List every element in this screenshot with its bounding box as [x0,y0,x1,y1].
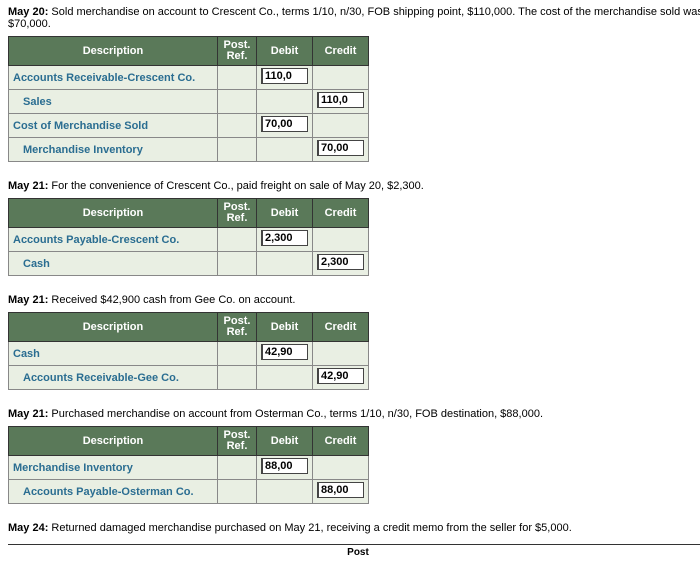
debit-input[interactable]: 42,90 [261,344,308,360]
credit-input[interactable]: 110,0 [317,92,364,108]
account-cell[interactable]: Cash [9,252,218,276]
col-credit: Credit [313,37,369,66]
entry-text: Sold merchandise on account to Crescent … [8,6,700,30]
credit-input[interactable]: 2,300 [317,254,364,270]
postref-cell [218,66,257,90]
col-credit: Credit [313,199,369,228]
debit-cell [257,252,313,276]
col-postref: Post.Ref. [218,37,257,66]
account-cell[interactable]: Accounts Payable-Crescent Co. [9,228,218,252]
debit-input[interactable]: 110,0 [261,68,308,84]
debit-cell: 70,00 [257,114,313,138]
postref-cell [218,366,257,390]
postref-cell [218,480,257,504]
journal-table: DescriptionPost.Ref.DebitCreditAccounts … [8,198,369,276]
table-row: Merchandise Inventory 88,00 [9,456,369,480]
postref-cell [218,114,257,138]
table-row: Accounts Payable-Crescent Co. 2,300 [9,228,369,252]
debit-input[interactable]: 70,00 [261,116,308,132]
credit-cell: 88,00 [313,480,369,504]
entry-text: Received $42,900 cash from Gee Co. on ac… [48,294,295,306]
postref-cell [218,252,257,276]
entry-date: May 21: [8,180,48,192]
table-row: Cost of Merchandise Sold 70,00 [9,114,369,138]
entry-narrative: May 20: Sold merchandise on account to C… [8,6,700,30]
credit-cell: 42,90 [313,366,369,390]
table-row: Accounts Receivable-Gee Co. 42,90 [9,366,369,390]
col-postref: Post.Ref. [218,313,257,342]
credit-cell [313,114,369,138]
credit-cell [313,228,369,252]
credit-input[interactable]: 70,00 [317,140,364,156]
postref-cell [218,342,257,366]
col-desc: Description [9,199,218,228]
col-postref: Post.Ref. [218,427,257,456]
credit-cell: 110,0 [313,90,369,114]
debit-input[interactable]: 88,00 [261,458,308,474]
postref-cell [218,228,257,252]
postref-cell [218,456,257,480]
col-debit: Debit [257,427,313,456]
col-desc: Description [9,313,218,342]
journal-table: DescriptionPost.Ref.DebitCreditAccounts … [8,36,369,162]
account-cell[interactable]: Accounts Receivable-Crescent Co. [9,66,218,90]
entry-text: Purchased merchandise on account from Os… [48,408,543,420]
entry-date: May 20: [8,6,48,18]
debit-cell [257,138,313,162]
col-debit: Debit [257,37,313,66]
credit-cell: 2,300 [313,252,369,276]
entry-narrative: May 21: Received $42,900 cash from Gee C… [8,294,700,306]
account-cell[interactable]: Cost of Merchandise Sold [9,114,218,138]
debit-cell [257,90,313,114]
credit-input[interactable]: 42,90 [317,368,364,384]
col-credit: Credit [313,313,369,342]
entry-narrative: May 21: Purchased merchandise on account… [8,408,700,420]
entry-text: For the convenience of Crescent Co., pai… [48,180,423,192]
account-cell[interactable]: Sales [9,90,218,114]
debit-cell: 42,90 [257,342,313,366]
account-cell[interactable]: Merchandise Inventory [9,456,218,480]
entry-narrative: May 21: For the convenience of Crescent … [8,180,700,192]
col-desc: Description [9,37,218,66]
debit-cell: 110,0 [257,66,313,90]
account-cell[interactable]: Accounts Receivable-Gee Co. [9,366,218,390]
col-credit: Credit [313,427,369,456]
account-cell[interactable]: Accounts Payable-Osterman Co. [9,480,218,504]
debit-cell [257,366,313,390]
journal-table: DescriptionPost.Ref.DebitCredit Cash 42,90… [8,312,369,390]
credit-cell [313,456,369,480]
postref-cell [218,90,257,114]
credit-input[interactable]: 88,00 [317,482,364,498]
table-row: Accounts Receivable-Crescent Co. 110,0 [9,66,369,90]
journal-table: DescriptionPost.Ref.DebitCreditMerchandi… [8,426,369,504]
col-desc: Description [9,427,218,456]
partial-header: Post [8,547,700,558]
col-postref: Post.Ref. [218,199,257,228]
col-debit: Debit [257,313,313,342]
account-cell[interactable]: Cash [9,342,218,366]
credit-cell: 70,00 [313,138,369,162]
table-row: Sales 110,0 [9,90,369,114]
debit-cell: 88,00 [257,456,313,480]
credit-cell [313,66,369,90]
table-row: Cash 2,300 [9,252,369,276]
debit-input[interactable]: 2,300 [261,230,308,246]
table-row: Accounts Payable-Osterman Co. 88,00 [9,480,369,504]
account-cell[interactable]: Merchandise Inventory [9,138,218,162]
debit-cell: 2,300 [257,228,313,252]
col-debit: Debit [257,199,313,228]
credit-cell [313,342,369,366]
table-row: Merchandise Inventory 70,00 [9,138,369,162]
table-row: Cash 42,90 [9,342,369,366]
postref-cell [218,138,257,162]
entry-date: May 21: [8,294,48,306]
debit-cell [257,480,313,504]
entry-date: May 21: [8,408,48,420]
